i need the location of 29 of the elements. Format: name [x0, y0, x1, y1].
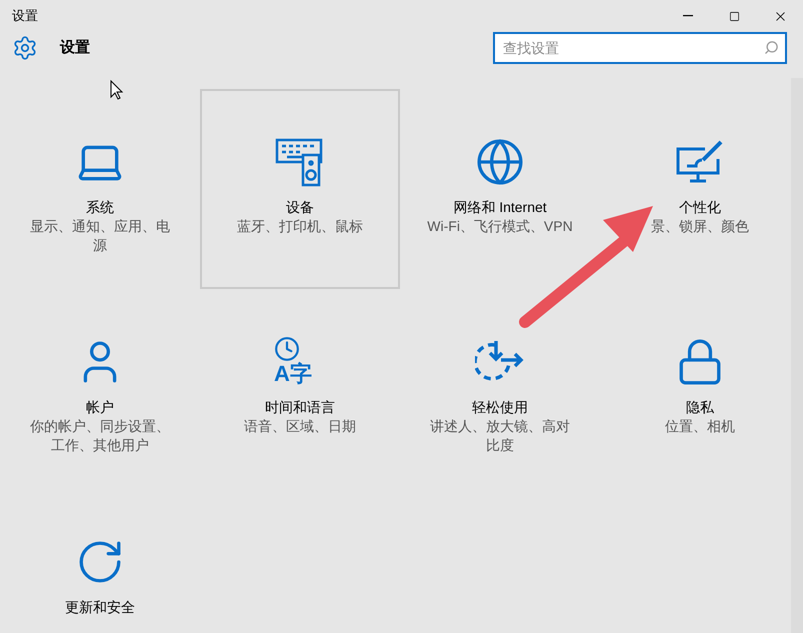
tile-title: 时间和语言: [265, 398, 335, 417]
tile-title: 隐私: [686, 398, 714, 417]
maximize-icon: [728, 10, 740, 22]
tile-title: 帐户: [86, 398, 114, 417]
tile-description: 你的帐户、同步设置、工作、其他用户: [29, 417, 171, 455]
settings-tile[interactable]: 设备 蓝牙、打印机、鼠标: [200, 89, 400, 289]
search-icon: [764, 40, 779, 55]
keyboard-speaker-icon: [275, 137, 325, 187]
monitor-brush-icon: [675, 139, 725, 185]
tile-title: 系统: [86, 198, 114, 217]
page-title: 设置: [60, 38, 90, 58]
search-field[interactable]: 查找设置: [493, 32, 787, 64]
tile-description: 显示、通知、应用、电源: [29, 217, 171, 255]
tile-description: 语音、区域、日期: [243, 417, 357, 436]
minimize-icon: [683, 15, 693, 17]
tile-title: 更新和安全: [65, 598, 135, 617]
tile-description: 讲述人、放大镜、高对比度: [429, 417, 571, 455]
tile-description: 蓝牙、打印机、鼠标: [236, 217, 364, 236]
tile-title: 设备: [286, 198, 314, 217]
cursor-icon: [110, 80, 124, 100]
tile-title: 轻松使用: [472, 398, 528, 417]
tile-description: Wi-Fi、飞行模式、VPN: [426, 217, 574, 236]
tile-title: 个性化: [679, 198, 721, 217]
settings-icon: [12, 35, 38, 61]
globe-icon: [475, 137, 525, 187]
tile-description: 景、锁屏、颜色: [650, 217, 750, 236]
tile-description: 位置、相机: [664, 417, 736, 436]
window-title: 设置: [12, 7, 38, 26]
tile-title: 网络和 Internet: [453, 198, 547, 217]
